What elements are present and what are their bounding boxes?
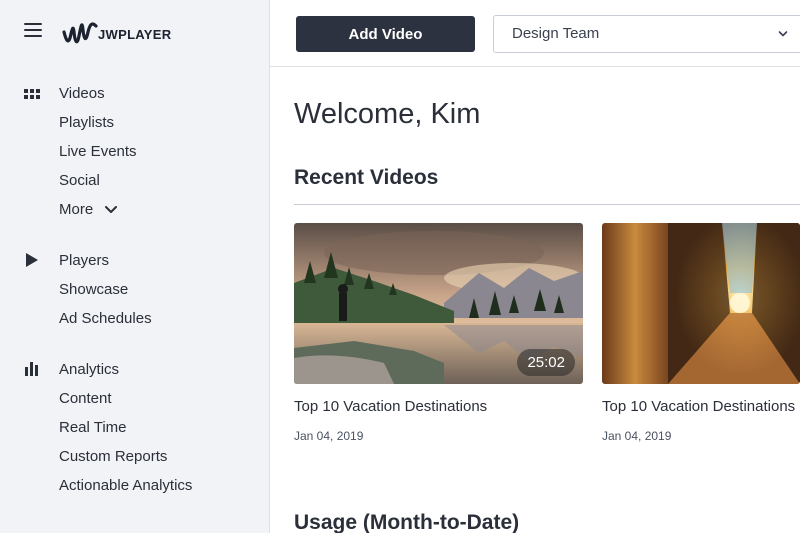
page-title: Welcome, Kim [294,98,481,130]
jwplayer-logo-icon [62,22,98,44]
hamburger-menu-icon[interactable] [24,23,42,41]
video-title[interactable]: Top 10 Vacation Destinations [294,398,487,415]
sidebar-item-players[interactable]: Players [59,251,109,271]
team-select-value: Design Team [512,25,600,42]
video-thumbnail[interactable]: 25:02 [294,223,583,384]
sidebar-item-content[interactable]: Content [59,389,112,409]
logo-text: JWPLAYER [98,26,172,42]
brand-header: JWPLAYER [0,0,270,66]
sidebar: JWPLAYER Videos Playlists Live Events So… [0,0,270,533]
video-thumbnail[interactable] [602,223,800,384]
video-duration-badge: 25:02 [517,349,575,376]
sidebar-item-live-events[interactable]: Live Events [59,142,137,162]
sidebar-item-real-time[interactable]: Real Time [59,418,127,438]
video-title[interactable]: Top 10 Vacation Destinations [602,398,795,415]
grid-icon [24,89,40,99]
sidebar-item-more-label: More [59,201,94,218]
logo[interactable]: JWPLAYER [62,16,171,52]
chevron-down-icon [778,31,788,37]
sidebar-item-custom-reports[interactable]: Custom Reports [59,447,167,467]
bar-chart-icon [25,362,38,376]
video-date: Jan 04, 2019 [602,429,672,443]
sidebar-item-playlists[interactable]: Playlists [59,113,114,133]
recent-videos-heading: Recent Videos [294,166,439,189]
sidebar-item-analytics[interactable]: Analytics [59,360,119,380]
sidebar-item-social[interactable]: Social [59,171,100,191]
sidebar-item-actionable-analytics[interactable]: Actionable Analytics [59,476,192,496]
usage-heading: Usage (Month-to-Date) [294,511,520,533]
sidebar-item-more[interactable]: More [59,200,118,220]
video-date: Jan 04, 2019 [294,429,364,443]
chevron-down-icon [105,206,118,214]
city-street-sunset-image [602,223,800,384]
team-select[interactable]: Design Team [493,15,800,53]
sidebar-item-showcase[interactable]: Showcase [59,280,128,300]
sidebar-item-videos[interactable]: Videos [59,84,105,104]
play-icon [26,253,38,267]
section-divider [294,204,800,205]
add-video-button[interactable]: Add Video [296,16,475,52]
sidebar-item-ad-schedules[interactable]: Ad Schedules [59,309,152,329]
